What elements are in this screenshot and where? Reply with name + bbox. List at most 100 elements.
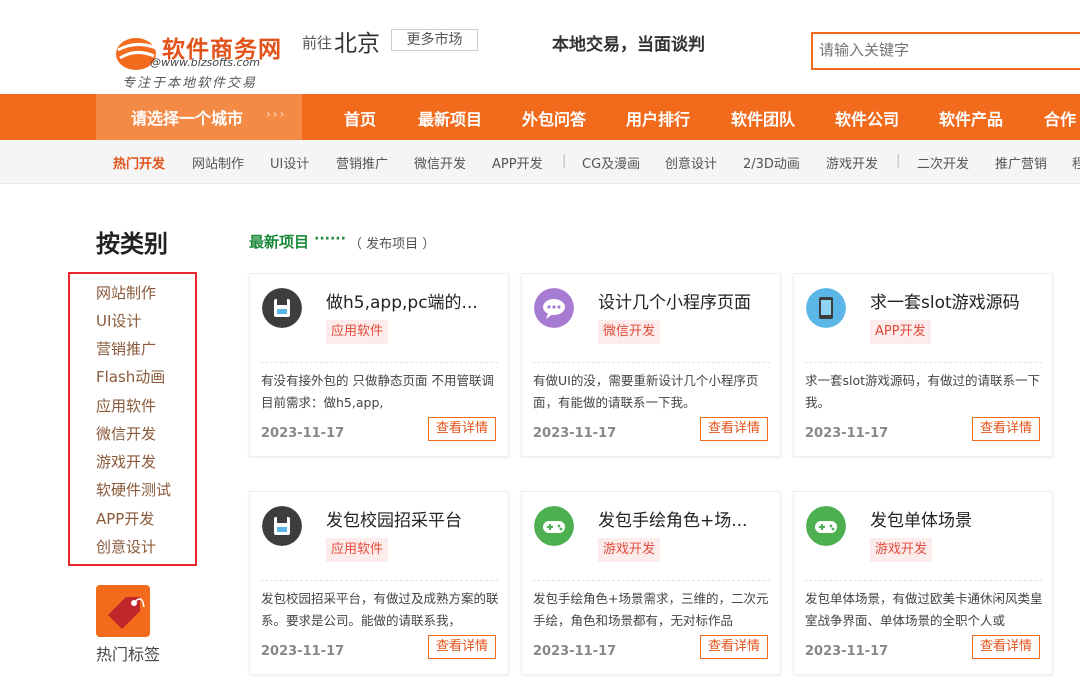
subnav-website[interactable]: 网站制作 bbox=[192, 153, 244, 172]
subnav-app[interactable]: APP开发 bbox=[492, 153, 543, 172]
card-title[interactable]: 发包手绘角色+场... bbox=[598, 506, 778, 531]
nav-item-cooperation[interactable]: 合作 bbox=[1044, 106, 1076, 130]
more-market-button[interactable]: 更多市场 bbox=[391, 29, 478, 51]
main-nav: 请选择一个城市 ››› 首页 最新项目 外包问答 用户排行 软件团队 软件公司 … bbox=[0, 94, 1080, 140]
subnav-wechat[interactable]: 微信开发 bbox=[414, 153, 466, 172]
subnav-animation[interactable]: 2/3D动画 bbox=[743, 153, 800, 172]
view-details-button[interactable]: 查看详情 bbox=[700, 635, 768, 659]
card-date: 2023-11-17 bbox=[805, 644, 889, 659]
subnav-creative[interactable]: 创意设计 bbox=[665, 153, 717, 172]
gamepad-icon bbox=[534, 506, 574, 546]
phone-icon bbox=[806, 288, 846, 328]
card-tag[interactable]: 应用软件 bbox=[326, 538, 389, 562]
hot-tags-label[interactable]: 热门标签 bbox=[96, 641, 160, 665]
gamepad-icon bbox=[806, 506, 846, 546]
subnav-separator: | bbox=[896, 153, 901, 168]
card-divider bbox=[532, 580, 770, 581]
project-card[interactable]: 做h5,app,pc端的... 应用软件 有没有接外包的 只做静态页面 不用管联… bbox=[249, 273, 509, 457]
chevron-right-icon: ››› bbox=[266, 107, 287, 121]
category-item[interactable]: 营销推广 bbox=[96, 338, 156, 359]
project-card[interactable]: 发包单体场景 游戏开发 发包单体场景，有做过欧美卡通休闲风类皇室战争界面、单体场… bbox=[793, 491, 1053, 675]
category-item[interactable]: 游戏开发 bbox=[96, 451, 156, 472]
category-item[interactable]: 网站制作 bbox=[96, 282, 156, 303]
card-tag[interactable]: 游戏开发 bbox=[870, 538, 933, 562]
card-divider bbox=[260, 580, 498, 581]
project-card[interactable]: 发包校园招采平台 应用软件 发包校园招采平台，有做过及成熟方案的联系。要求是公司… bbox=[249, 491, 509, 675]
card-divider bbox=[260, 362, 498, 363]
site-logo[interactable]: 软件商务网 @www.bizsofts.com 专注于本地软件交易 bbox=[110, 28, 290, 92]
subnav-separator: | bbox=[562, 153, 567, 168]
nav-item-software-products[interactable]: 软件产品 bbox=[939, 106, 1003, 130]
card-title[interactable]: 做h5,app,pc端的... bbox=[326, 288, 506, 313]
card-description: 发包单体场景，有做过欧美卡通休闲风类皇室战争界面、单体场景的全职个人或 bbox=[805, 591, 1043, 628]
subnav-cg[interactable]: CG及漫画 bbox=[582, 153, 640, 172]
view-details-button[interactable]: 查看详情 bbox=[700, 417, 768, 441]
card-tag[interactable]: 微信开发 bbox=[598, 320, 661, 344]
card-date: 2023-11-17 bbox=[261, 644, 345, 659]
nav-item-outsourcing-qa[interactable]: 外包问答 bbox=[522, 106, 586, 130]
search-box bbox=[811, 32, 1080, 70]
card-date: 2023-11-17 bbox=[805, 426, 889, 441]
subnav-game-dev[interactable]: 游戏开发 bbox=[826, 153, 878, 172]
logo-slogan: 专注于本地软件交易 bbox=[122, 76, 258, 91]
card-tag[interactable]: 应用软件 bbox=[326, 320, 389, 344]
card-date: 2023-11-17 bbox=[261, 426, 345, 441]
subnav-ui-design[interactable]: UI设计 bbox=[270, 153, 309, 172]
card-title[interactable]: 发包单体场景 bbox=[870, 506, 1050, 531]
view-details-button[interactable]: 查看详情 bbox=[972, 635, 1040, 659]
view-details-button[interactable]: 查看详情 bbox=[428, 635, 496, 659]
project-card[interactable]: 发包手绘角色+场... 游戏开发 发包手绘角色+场景需求，三维的，二次元手绘，角… bbox=[521, 491, 781, 675]
subnav-hot-dev[interactable]: 热门开发 bbox=[113, 153, 165, 172]
category-item[interactable]: UI设计 bbox=[96, 310, 141, 331]
search-input[interactable] bbox=[819, 42, 1069, 59]
city-select-label: 请选择一个城市 bbox=[131, 109, 244, 128]
nav-item-software-companies[interactable]: 软件公司 bbox=[835, 106, 899, 130]
price-tag-icon[interactable] bbox=[96, 585, 150, 637]
nav-item-latest-projects[interactable]: 最新项目 bbox=[418, 106, 482, 130]
project-card[interactable]: 求一套slot游戏源码 APP开发 求一套slot游戏源码，有做过的请联系一下我… bbox=[793, 273, 1053, 457]
section-dots: ······ bbox=[314, 231, 346, 247]
subnav-secondary-dev[interactable]: 二次开发 bbox=[917, 153, 969, 172]
card-divider bbox=[532, 362, 770, 363]
subnav-promotion[interactable]: 推广营销 bbox=[995, 153, 1047, 172]
header: 软件商务网 @www.bizsofts.com 专注于本地软件交易 前往 北京 … bbox=[0, 0, 1080, 94]
card-title[interactable]: 求一套slot游戏源码 bbox=[870, 288, 1050, 313]
project-card[interactable]: 设计几个小程序页面 微信开发 有做UI的没，需要重新设计几个小程序页面，有能做的… bbox=[521, 273, 781, 457]
tagline: 本地交易，当面谈判 bbox=[552, 35, 705, 55]
city-select-button[interactable]: 请选择一个城市 ››› bbox=[96, 94, 302, 140]
card-title[interactable]: 设计几个小程序页面 bbox=[598, 288, 778, 313]
sub-nav: 热门开发 网站制作 UI设计 营销推广 微信开发 APP开发 | CG及漫画 创… bbox=[0, 140, 1080, 184]
card-description: 有做UI的没，需要重新设计几个小程序页面，有能做的请联系一下我。 bbox=[533, 373, 759, 410]
card-description: 发包校园招采平台，有做过及成熟方案的联系。要求是公司。能做的请联系我， bbox=[261, 591, 499, 628]
section-title: 最新项目 bbox=[249, 233, 310, 251]
view-details-button[interactable]: 查看详情 bbox=[972, 417, 1040, 441]
nav-item-user-ranking[interactable]: 用户排行 bbox=[626, 106, 690, 130]
card-date: 2023-11-17 bbox=[533, 644, 617, 659]
card-description: 发包手绘角色+场景需求，三维的，二次元手绘，角色和场景都有，无对标作品 bbox=[533, 591, 769, 628]
category-item[interactable]: 软硬件测试 bbox=[96, 479, 171, 500]
publish-project-link[interactable]: （ 发布项目 ） bbox=[349, 233, 435, 252]
subnav-marketing[interactable]: 营销推广 bbox=[336, 153, 388, 172]
category-item[interactable]: 创意设计 bbox=[96, 536, 156, 557]
card-divider bbox=[804, 580, 1042, 581]
category-item[interactable]: APP开发 bbox=[96, 508, 154, 529]
logo-url: @www.bizsofts.com bbox=[150, 56, 260, 69]
current-city: 北京 bbox=[334, 31, 380, 57]
nav-item-home[interactable]: 首页 bbox=[344, 106, 376, 130]
nav-item-software-teams[interactable]: 软件团队 bbox=[731, 106, 795, 130]
category-item[interactable]: Flash动画 bbox=[96, 366, 165, 387]
goto-label: 前往 bbox=[302, 34, 333, 52]
card-description: 求一套slot游戏源码，有做过的请联系一下我。 bbox=[805, 373, 1041, 410]
floppy-icon bbox=[262, 288, 302, 328]
card-title[interactable]: 发包校园招采平台 bbox=[326, 506, 506, 531]
category-title: 按类别 bbox=[96, 230, 168, 258]
card-tag[interactable]: 游戏开发 bbox=[598, 538, 661, 562]
subnav-more[interactable]: 程 bbox=[1072, 153, 1080, 172]
card-tag[interactable]: APP开发 bbox=[870, 320, 931, 344]
category-item[interactable]: 应用软件 bbox=[96, 395, 156, 416]
view-details-button[interactable]: 查看详情 bbox=[428, 417, 496, 441]
card-date: 2023-11-17 bbox=[533, 426, 617, 441]
card-divider bbox=[804, 362, 1042, 363]
floppy-icon bbox=[262, 506, 302, 546]
category-item[interactable]: 微信开发 bbox=[96, 423, 156, 444]
